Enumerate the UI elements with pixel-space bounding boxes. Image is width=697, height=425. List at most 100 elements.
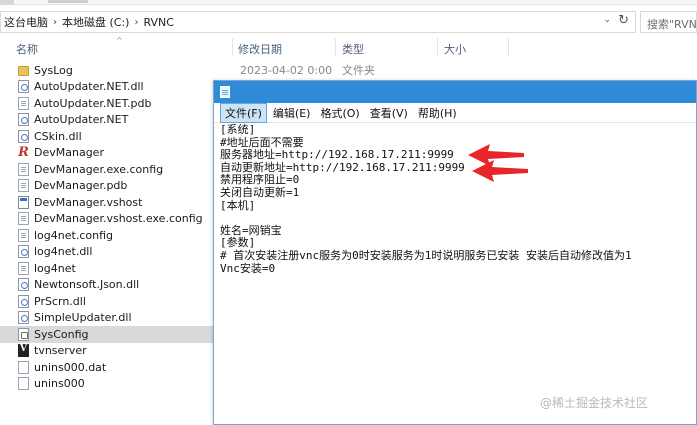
- file-name: SimpleUpdater.dll: [34, 311, 132, 325]
- file-name: AutoUpdater.NET: [34, 113, 129, 127]
- menu-file[interactable]: 文件(F): [220, 103, 267, 123]
- column-divider[interactable]: [437, 38, 438, 56]
- text-line: [220, 212, 690, 225]
- column-header-name[interactable]: 名称: [16, 41, 38, 57]
- refresh-icon[interactable]: ↻: [618, 13, 629, 28]
- column-header-date[interactable]: 修改日期: [238, 41, 282, 57]
- file-row[interactable]: DevManager.pdb: [0, 178, 215, 195]
- file-name: unins000.dat: [34, 360, 107, 374]
- folder-icon: [18, 66, 29, 77]
- notepad-window: 文件(F) 编辑(E) 格式(O) 查看(V) 帮助(H) [系统] #地址后面…: [213, 80, 697, 425]
- file-name: tvnserver: [34, 344, 87, 358]
- sort-ascending-icon: ^: [116, 36, 123, 45]
- chevron-right-icon[interactable]: ›: [132, 17, 140, 28]
- file-name: log4net.config: [34, 228, 113, 242]
- file-row[interactable]: CSkin.dll: [0, 128, 215, 145]
- file-name: log4net.dll: [34, 245, 93, 259]
- file-name: log4net: [34, 261, 76, 275]
- menu-format[interactable]: 格式(O): [316, 104, 363, 122]
- file-row[interactable]: unins000.dat: [0, 359, 215, 376]
- notepad-menu-bar: 文件(F) 编辑(E) 格式(O) 查看(V) 帮助(H): [214, 103, 696, 123]
- file-row[interactable]: R DevManager: [0, 145, 215, 162]
- settings-file-icon: [18, 327, 29, 341]
- file-row[interactable]: AutoUpdater.NET.pdb: [0, 95, 215, 112]
- blank-file-icon: [18, 377, 29, 391]
- dll-icon: [18, 80, 29, 94]
- document-icon: [18, 96, 29, 110]
- file-row[interactable]: DevManager.exe.config: [0, 161, 215, 178]
- chevron-right-icon[interactable]: ›: [51, 17, 59, 28]
- file-name: Newtonsoft.Json.dll: [34, 278, 140, 292]
- menu-edit[interactable]: 编辑(E): [269, 104, 315, 122]
- chevron-down-icon[interactable]: ⌄: [603, 15, 611, 25]
- notepad-text-area[interactable]: [系统] #地址后面不需要 服务器地址=http://192.168.17.21…: [220, 123, 690, 275]
- file-row[interactable]: Vtvnserver: [0, 343, 215, 360]
- file-name: DevManager: [34, 146, 104, 160]
- dll-icon: [18, 294, 29, 308]
- file-name: CSkin.dll: [34, 129, 82, 143]
- red-arrow-annotation: [472, 160, 528, 182]
- column-divider[interactable]: [508, 38, 509, 56]
- file-name: SysLog: [34, 63, 73, 77]
- tightvnc-icon: V: [18, 344, 29, 358]
- ribbon-remnant: [48, 0, 88, 3]
- file-name: unins000: [34, 377, 85, 391]
- text-line: 服务器地址=http://192.168.17.211:9999: [220, 148, 454, 162]
- column-divider[interactable]: [232, 38, 233, 56]
- dll-icon: [18, 278, 29, 292]
- menu-view[interactable]: 查看(V): [366, 104, 412, 122]
- text-line: 关闭自动更新=1: [220, 185, 300, 199]
- address-bar[interactable]: 这台电脑 › 本地磁盘 (C:) › RVNC ⌄ ↻: [0, 11, 636, 33]
- breadcrumb-local-disk[interactable]: 本地磁盘 (C:): [59, 14, 132, 30]
- blank-file-icon: [18, 360, 29, 374]
- column-header-type[interactable]: 类型: [342, 41, 364, 57]
- breadcrumb-this-pc[interactable]: 这台电脑: [1, 14, 51, 30]
- column-divider[interactable]: [335, 38, 336, 56]
- dll-icon: [18, 113, 29, 127]
- file-row[interactable]: log4net.config: [0, 227, 215, 244]
- file-type: 文件夹: [342, 64, 375, 78]
- file-name: PrScrn.dll: [34, 294, 86, 308]
- menu-help[interactable]: 帮助(H): [414, 104, 461, 122]
- watermark: @稀土掘金技术社区: [540, 396, 649, 410]
- file-row-syslog[interactable]: SysLog 2023-04-02 0:00 文件夹: [0, 62, 375, 79]
- file-row[interactable]: DevManager.vshost: [0, 194, 215, 211]
- dll-icon: [18, 129, 29, 143]
- text-line: 姓名=网销宝: [220, 223, 282, 237]
- text-line: [本机]: [220, 198, 256, 212]
- column-header-size[interactable]: 大小: [444, 41, 466, 57]
- file-row[interactable]: PrScrn.dll: [0, 293, 215, 310]
- dll-icon: [18, 311, 29, 325]
- file-row[interactable]: AutoUpdater.NET.dll: [0, 79, 215, 96]
- app-red-icon: R: [18, 145, 29, 161]
- text-line: Vnc安装=0: [220, 261, 276, 275]
- file-list: SysLog 2023-04-02 0:00 文件夹 AutoUpdater.N…: [0, 62, 375, 393]
- file-row[interactable]: log4net.dll: [0, 244, 215, 261]
- file-name: DevManager.exe.config: [34, 162, 164, 176]
- text-line: [系统]: [220, 123, 256, 136]
- notepad-title-bar[interactable]: [214, 81, 696, 103]
- exe-icon: [18, 195, 29, 209]
- file-row-selected[interactable]: SysConfig: [0, 326, 215, 343]
- file-name: AutoUpdater.NET.pdb: [34, 96, 152, 110]
- file-date: 2023-04-02 0:00: [240, 63, 333, 77]
- search-input[interactable]: 搜索"RVNC": [640, 11, 697, 33]
- text-line: # 首次安装注册vnc服务为0时安装服务为1时说明服务已安装 安装后自动修改值为…: [220, 248, 632, 262]
- notepad-icon: [220, 86, 230, 98]
- file-row[interactable]: log4net: [0, 260, 215, 277]
- column-header-row: ^ 名称 修改日期 类型 大小: [0, 36, 697, 58]
- window-top-edge: [0, 0, 697, 5]
- document-icon: [18, 261, 29, 275]
- address-bar-row: 这台电脑 › 本地磁盘 (C:) › RVNC ⌄ ↻ 搜索"RVNC": [0, 9, 697, 35]
- file-row[interactable]: DevManager.vshost.exe.config: [0, 211, 215, 228]
- breadcrumb-rvnc[interactable]: RVNC: [140, 16, 176, 29]
- window-control[interactable]: [0, 0, 14, 5]
- document-icon: [18, 162, 29, 176]
- file-row[interactable]: AutoUpdater.NET: [0, 112, 215, 129]
- file-row[interactable]: unins000: [0, 376, 215, 393]
- file-name: DevManager.vshost.exe.config: [34, 212, 203, 226]
- file-row[interactable]: Newtonsoft.Json.dll: [0, 277, 215, 294]
- dll-icon: [18, 245, 29, 259]
- file-row[interactable]: SimpleUpdater.dll: [0, 310, 215, 327]
- file-name: AutoUpdater.NET.dll: [34, 80, 144, 94]
